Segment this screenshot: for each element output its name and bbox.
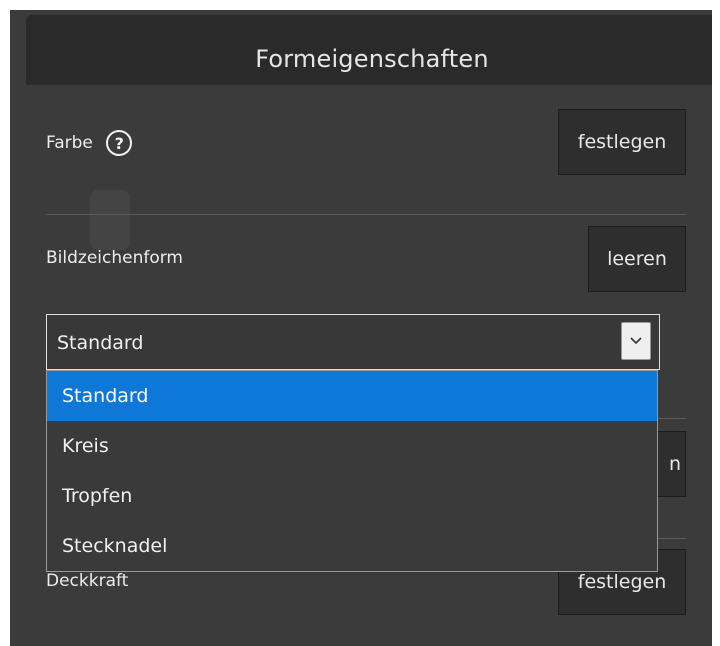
- background-artefact: [90, 190, 130, 250]
- color-label: Farbe: [46, 133, 93, 153]
- panel-header: Formeigenschaften: [26, 15, 712, 85]
- icon-shape-select[interactable]: Standard: [46, 314, 660, 370]
- option-stecknadel[interactable]: Stecknadel: [47, 521, 657, 571]
- panel-title: Formeigenschaften: [255, 45, 489, 73]
- color-set-button[interactable]: festlegen: [558, 109, 686, 175]
- icon-shape-label: Bildzeichenform: [46, 248, 183, 268]
- chevron-down-icon[interactable]: [621, 322, 651, 360]
- help-icon[interactable]: ?: [106, 130, 133, 156]
- option-kreis[interactable]: Kreis: [47, 421, 657, 471]
- divider: [46, 214, 686, 215]
- icon-shape-dropdown: Standard Kreis Tropfen Stecknadel: [46, 370, 658, 572]
- icon-shape-clear-button[interactable]: leeren: [588, 226, 686, 292]
- option-tropfen[interactable]: Tropfen: [47, 471, 657, 521]
- color-label-row: Farbe ?: [46, 130, 133, 156]
- select-value: Standard: [57, 332, 144, 354]
- option-standard[interactable]: Standard: [47, 371, 657, 421]
- opacity-label: Deckkraft: [46, 571, 129, 591]
